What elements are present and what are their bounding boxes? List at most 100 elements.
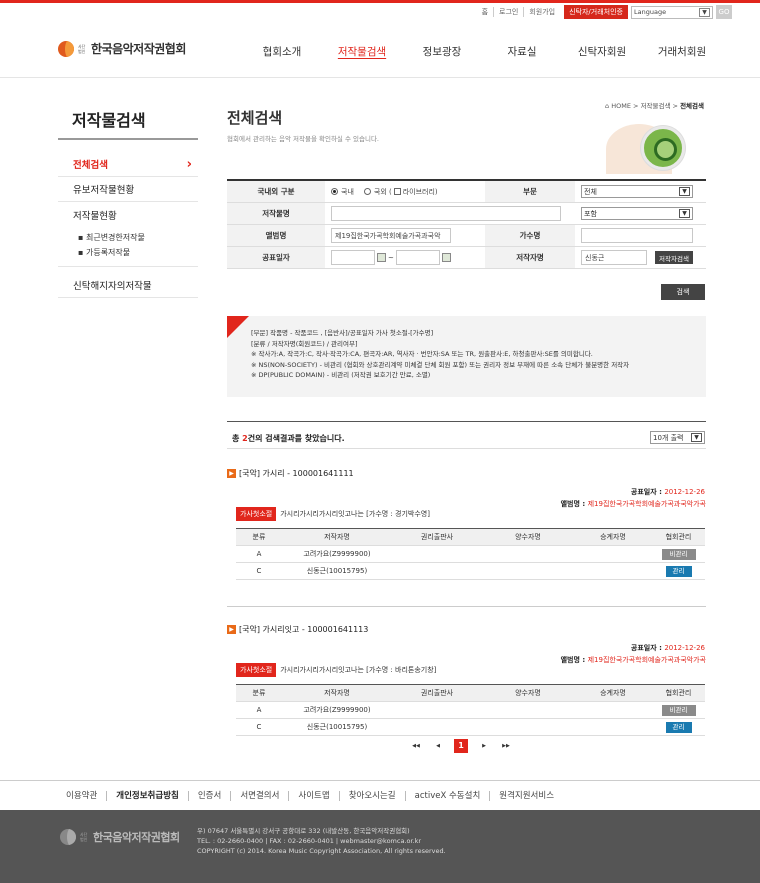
footer-logo: 사단법인 한국음악저작권협회	[60, 829, 180, 845]
status-badge: 관리	[665, 565, 692, 577]
pager-next-button[interactable]: ▶	[478, 743, 490, 749]
sidebar-item-status[interactable]: 저작물현황	[58, 202, 198, 227]
date-to-input[interactable]	[395, 250, 440, 265]
status-badge: 관리	[665, 721, 692, 733]
nav-trustee[interactable]: 신탁자회원	[562, 44, 642, 59]
cell-type: A	[256, 550, 262, 558]
singer-input[interactable]	[581, 228, 693, 243]
top-utility-links: 홈 로그인 회원가입 신탁자/거래처인증 Language ▼ GO	[477, 5, 732, 19]
notice-line: ※ 작사가:A, 작곡가:C, 작사·작곡가:CA, 편곡자:AR, 역사자 ·…	[251, 350, 593, 358]
per-page-value: 10개 출력	[653, 433, 684, 442]
date-from-input[interactable]	[331, 250, 375, 265]
top-link-login[interactable]: 로그인	[494, 7, 525, 17]
author-search-button[interactable]: 저작자검색	[655, 251, 693, 264]
column-header: 저작자명	[324, 533, 350, 541]
footer-link-remote-support[interactable]: 원격지원서비스	[490, 791, 563, 801]
footer-link-terms[interactable]: 이용약관	[56, 790, 108, 801]
nav-info[interactable]: 정보광장	[402, 44, 482, 59]
search-button[interactable]: 검색	[661, 284, 705, 300]
pager-current-page[interactable]: 1	[454, 739, 468, 753]
cell-author: 신동근(10015795)	[306, 567, 368, 575]
sidebar-item-label: 저작물현황	[73, 210, 117, 222]
table-row: A 고려가요(Z9999900) 비관리	[236, 546, 705, 563]
date-value: 2012-12-26	[664, 488, 705, 496]
nav-about[interactable]: 협회소개	[242, 44, 322, 59]
nav-data[interactable]: 자료실	[482, 44, 562, 59]
cert-button[interactable]: 신탁자/거래처인증	[564, 5, 628, 19]
logo-small-text: 사단법인	[78, 43, 86, 54]
footer-link-privacy[interactable]: 개인정보취급방침	[107, 790, 189, 801]
logo-icon	[58, 40, 74, 57]
label-category: 부문	[485, 181, 575, 202]
sidebar-item-all-search[interactable]: 전체검색 ›	[58, 140, 198, 177]
lyric-tag: 가사첫소절	[236, 663, 277, 677]
main-nav: 협회소개 저작물검색 정보광장 자료실 신탁자회원 거래처회원	[242, 44, 722, 59]
label-singer: 가수명	[485, 225, 575, 246]
go-button[interactable]: GO	[716, 5, 732, 19]
footer-address: 우) 07647 서울특별시 강서구 공항대로 332 (내발산동, 한국음악저…	[197, 827, 410, 835]
site-logo[interactable]: 사단법인 한국음악저작권협회	[58, 40, 186, 57]
match-select[interactable]: 포함 ▼	[581, 207, 693, 220]
album-input[interactable]: 제19집한국가곡학회예술가곡과국악	[331, 228, 451, 243]
sidebar-item-reserved[interactable]: 유보저작물현황	[58, 177, 198, 202]
per-page-select[interactable]: 10개 출력 ▼	[650, 431, 705, 444]
top-link-home[interactable]: 홈	[477, 7, 495, 17]
author-input[interactable]: 신동근	[581, 250, 647, 265]
column-header: 협회관리	[665, 533, 692, 541]
column-header: 승계자명	[600, 689, 626, 697]
footer-link-sitemap[interactable]: 사이트맵	[289, 790, 340, 801]
result-title-text: [국악] 가시리잇고 - 100001641113	[239, 625, 369, 634]
page-title: 전체검색	[227, 109, 283, 127]
language-select[interactable]: Language ▼	[631, 5, 713, 19]
breadcrumb-home[interactable]: HOME	[611, 102, 631, 110]
date-separator: ~	[388, 253, 394, 262]
breadcrumb: ⌂ HOME > 저작물검색 > 전체검색	[605, 100, 704, 110]
cell-type: C	[256, 723, 262, 731]
sidebar-submenu: ▪ 최근변경한저작물 ▪ 가등록저작물	[58, 227, 198, 267]
result-meta-date: 공표일자 : 2012-12-26	[227, 487, 706, 497]
pager-last-button[interactable]: ▶▶	[500, 743, 512, 749]
result-item: ▶ [국악] 가시리 - 100001641111 공표일자 : 2012-12-…	[227, 468, 706, 580]
footer-info: 우) 07647 서울특별시 강서구 공항대로 332 (내발산동, 한국음악저…	[197, 826, 446, 856]
nav-partner[interactable]: 거래처회원	[642, 44, 722, 59]
table-header-row: 분류 저작자명 권리출판사 양수자명 승계자명 협회관리	[236, 685, 705, 702]
column-header: 저작자명	[324, 689, 350, 697]
radio-foreign[interactable]	[363, 188, 371, 195]
sidebar-subitem-recent[interactable]: ▪ 최근변경한저작물	[78, 230, 198, 245]
chevron-down-icon: ▼	[679, 187, 690, 196]
category-select[interactable]: 전체 ▼	[581, 185, 693, 198]
result-item: ▶ [국악] 가시리잇고 - 100001641113 공표일자 : 2012-1…	[227, 624, 706, 736]
label-region: 국내외 구분	[227, 181, 325, 202]
result-item-title[interactable]: ▶ [국악] 가시리잇고 - 100001641113	[227, 624, 706, 635]
lyric-text: 가시리가시리가시리잇고나는 [가수명 : 바리톤송기창]	[280, 666, 437, 674]
calendar-icon[interactable]	[441, 253, 451, 262]
library-checkbox[interactable]	[393, 188, 401, 195]
radio-domestic[interactable]	[331, 188, 338, 195]
nav-work-search[interactable]: 저작물검색	[322, 44, 402, 59]
label-author: 저작자명	[485, 247, 575, 268]
column-header: 분류	[252, 689, 266, 697]
footer-link-directions[interactable]: 찾아오시는길	[340, 790, 406, 801]
footer-link-resolution[interactable]: 서면결의서	[231, 790, 290, 801]
sidebar-item-terminated[interactable]: 신탁해지자의저작물	[58, 273, 198, 298]
result-item-title[interactable]: ▶ [국악] 가시리 - 100001641111	[227, 468, 706, 479]
sidebar-subitem-label: 최근변경한저작물	[85, 233, 145, 242]
top-link-join[interactable]: 회원가입	[524, 7, 560, 17]
side-nav: 전체검색 › 유보저작물현황 저작물현황 ▪ 최근변경한저작물 ▪ 가등록저작물 …	[58, 138, 198, 298]
rights-table: 분류 저작자명 권리출판사 양수자명 승계자명 협회관리 A 고려가요(Z9999900) 비…	[236, 684, 705, 736]
footer-copyright: COPYRIGHT (c) 2014. Korea Music Copyrigh…	[197, 847, 446, 855]
column-header: 승계자명	[600, 533, 626, 541]
title-input[interactable]	[331, 206, 561, 221]
chevron-right-icon: ›	[186, 156, 192, 172]
breadcrumb-mid[interactable]: 저작물검색	[641, 102, 671, 110]
footer-link-activex[interactable]: activeX 수동설치	[406, 790, 491, 801]
footer-links: 이용약관 개인정보취급방침 인증서 서면결의서 사이트맵 찾아오시는길 acti…	[0, 780, 760, 810]
calendar-icon[interactable]	[377, 253, 386, 262]
notice-line: ※ NS(NON-SOCIETY) - 비관리 (협회와 상호관리계약 미체결 …	[251, 360, 630, 369]
pager-prev-button[interactable]: ◀	[432, 743, 444, 749]
home-icon: ⌂	[605, 102, 610, 110]
logo-icon	[60, 829, 76, 845]
footer-link-certificate[interactable]: 인증서	[189, 790, 232, 801]
sidebar-subitem-provisional[interactable]: ▪ 가등록저작물	[78, 245, 198, 260]
pager-first-button[interactable]: ◀◀	[410, 743, 422, 749]
